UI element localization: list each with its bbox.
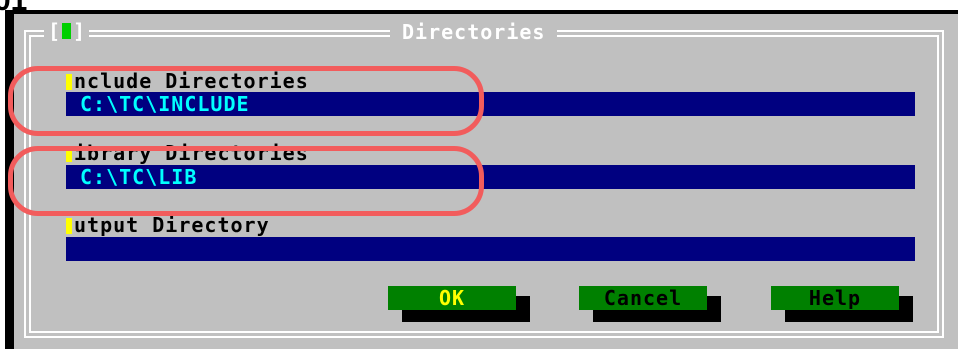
close-icon bbox=[62, 23, 72, 39]
close-box-bracket-left: [ bbox=[48, 19, 61, 43]
ok-button-group: OK bbox=[388, 286, 530, 322]
output-label-text: utput Directory bbox=[74, 213, 270, 237]
include-highlight-oval bbox=[8, 66, 484, 136]
close-box[interactable]: [ ] bbox=[44, 19, 90, 43]
dialog-title: Directories bbox=[390, 19, 558, 45]
close-box-bracket-right: ] bbox=[73, 19, 86, 43]
screen: 01 [ ] Directories nclude Directories C:… bbox=[0, 0, 958, 349]
cancel-button[interactable]: Cancel bbox=[579, 286, 707, 310]
cancel-button-group: Cancel bbox=[579, 286, 721, 322]
hotkey-marker bbox=[66, 218, 72, 234]
output-directory-label: utput Directory bbox=[66, 214, 270, 236]
library-highlight-oval bbox=[8, 146, 484, 216]
output-directory-input[interactable] bbox=[66, 237, 915, 261]
help-button[interactable]: Help bbox=[771, 286, 899, 310]
ok-button[interactable]: OK bbox=[388, 286, 516, 310]
help-button-group: Help bbox=[771, 286, 913, 322]
